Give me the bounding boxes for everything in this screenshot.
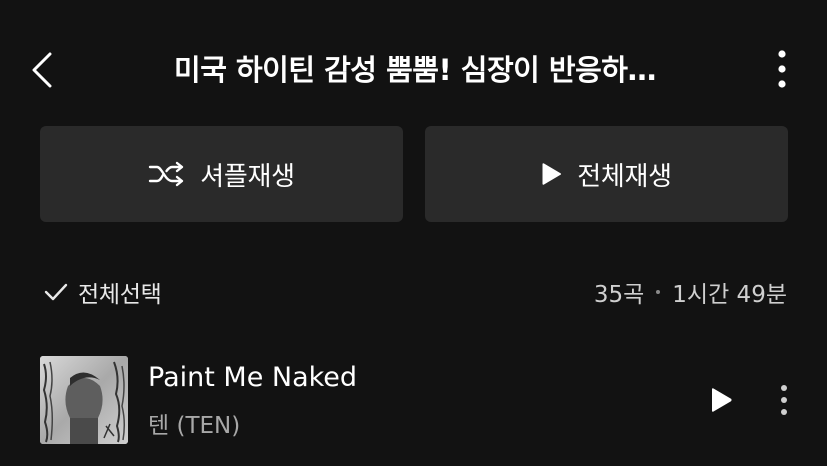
more-vertical-icon [778, 50, 786, 88]
track-play-button[interactable] [702, 380, 742, 420]
select-all-label: 전체선택 [78, 282, 162, 308]
track-title: Paint Me Naked [148, 362, 358, 393]
play-all-button[interactable]: 전체재생 [425, 126, 788, 222]
track-artist: 텐 (TEN) [148, 413, 241, 439]
shuffle-play-button[interactable]: 셔플재생 [40, 126, 403, 222]
album-cover [40, 356, 128, 444]
shuffle-play-label: 셔플재생 [200, 161, 295, 192]
track-more-button[interactable] [766, 376, 802, 424]
shuffle-icon [148, 161, 186, 187]
chevron-left-icon [32, 52, 52, 88]
more-options-button[interactable] [762, 44, 802, 94]
total-duration: 1시간 49분 [672, 282, 787, 308]
play-icon [712, 388, 732, 412]
playlist-title: 미국 하이틴 감성 뿜뿜! 심장이 반응하… [174, 53, 656, 87]
track-count: 35곡 [593, 282, 645, 308]
playlist-summary: 35곡 1시간 49분 [594, 270, 787, 314]
track-row[interactable]: Paint Me Naked 텐 (TEN) [0, 350, 827, 450]
back-button[interactable] [22, 46, 62, 94]
play-all-label: 전체재생 [577, 161, 672, 192]
more-vertical-icon [781, 385, 787, 415]
separator-dot [656, 290, 661, 294]
top-bar: 미국 하이틴 감성 뿜뿜! 심장이 반응하… [0, 0, 827, 120]
select-all-toggle[interactable]: 전체선택 [44, 270, 162, 314]
check-icon [44, 283, 68, 301]
play-icon [541, 161, 563, 187]
